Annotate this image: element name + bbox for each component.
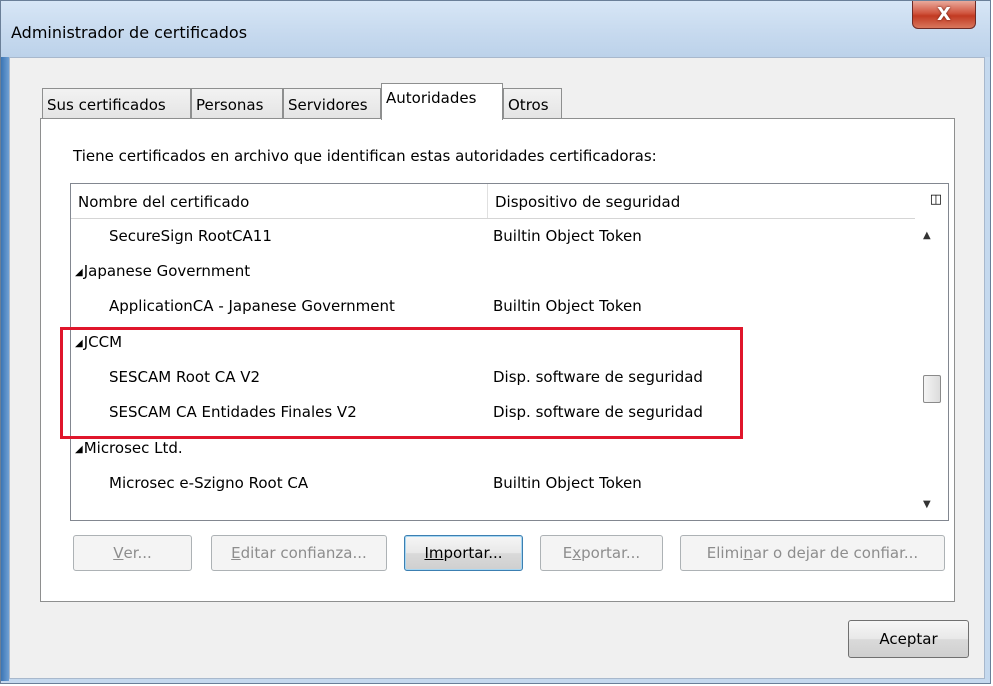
tree-row[interactable]: SecureSign RootCA11 Builtin Object Token [71, 219, 917, 254]
tab-otros[interactable]: Otros [503, 88, 562, 119]
tab-sus-certificados[interactable]: Sus certificados [42, 88, 191, 119]
window-title: Administrador de certificados [11, 23, 248, 42]
tab-servidores[interactable]: Servidores [283, 88, 381, 119]
security-device: Disp. software de seguridad [493, 403, 703, 421]
tree-group-row[interactable]: ◢Microsec Ltd. [71, 431, 917, 466]
scroll-up-arrow-icon[interactable]: ▲ [923, 230, 931, 241]
certificate-name: SESCAM Root CA V2 [109, 368, 261, 386]
eliminar-button[interactable]: Elimi n ar o dejar de confiar... [680, 535, 945, 571]
certificate-tree[interactable]: Nombre del certificado Dispositivo de se… [70, 183, 949, 521]
tree-row[interactable]: ApplicationCA - Japanese Government Buil… [71, 289, 917, 324]
tree-row[interactable]: SESCAM CA Entidades Finales V2 Disp. sof… [71, 395, 917, 430]
expand-triangle-icon[interactable]: ◢ [75, 267, 83, 278]
security-device: Builtin Object Token [493, 227, 642, 245]
security-device: Builtin Object Token [493, 474, 642, 492]
tab-panel-autoridades: Tiene certificados en archivo que identi… [40, 118, 955, 602]
exportar-button[interactable]: Ex portar... [540, 535, 663, 571]
scroll-thumb[interactable] [923, 375, 941, 403]
column-separator[interactable] [487, 184, 488, 218]
window-frame-accent [1, 41, 9, 681]
panel-intro-text: Tiene certificados en archivo que identi… [73, 147, 657, 165]
tree-group-row[interactable]: ◢JCCM [71, 325, 917, 360]
group-name: Japanese Government [83, 262, 251, 280]
tree-header: Nombre del certificado Dispositivo de se… [71, 184, 948, 219]
close-button[interactable]: X [912, 1, 976, 29]
dialog-client-area: Sus certificados Personas Servidores Aut… [9, 57, 985, 679]
tab-autoridades[interactable]: Autoridades [381, 83, 503, 120]
close-icon: X [937, 4, 951, 25]
expand-triangle-icon[interactable]: ◢ [75, 444, 83, 455]
vertical-scrollbar[interactable]: ▲ ▼ [915, 218, 948, 520]
column-picker-icon[interactable]: ◫ [930, 192, 942, 207]
certificate-name: ApplicationCA - Japanese Government [109, 297, 395, 315]
tree-row[interactable]: Microsec e-Szigno Root CA Builtin Object… [71, 466, 917, 501]
title-bar[interactable]: Administrador de certificados X [1, 1, 990, 57]
certificate-name: SecureSign RootCA11 [109, 227, 272, 245]
aceptar-button[interactable]: Aceptar [848, 620, 969, 658]
column-header-name[interactable]: Nombre del certificado [78, 193, 249, 211]
group-name: Microsec Ltd. [83, 439, 183, 457]
security-device: Disp. software de seguridad [493, 368, 703, 386]
security-device: Builtin Object Token [493, 297, 642, 315]
certificate-name: SESCAM CA Entidades Finales V2 [109, 403, 357, 421]
ver-button[interactable]: Ver... [73, 535, 192, 571]
importar-button[interactable]: Im portar... [404, 535, 523, 571]
group-name: JCCM [83, 333, 123, 351]
column-header-device[interactable]: Dispositivo de seguridad [495, 193, 680, 211]
editar-confianza-button[interactable]: Editar confianza... [211, 535, 387, 571]
certificate-name: Microsec e-Szigno Root CA [109, 474, 309, 492]
certificate-manager-window: Administrador de certificados X Sus cert… [0, 0, 991, 684]
tree-row[interactable]: SESCAM Root CA V2 Disp. software de segu… [71, 360, 917, 395]
tab-personas[interactable]: Personas [191, 88, 283, 119]
expand-triangle-icon[interactable]: ◢ [75, 338, 83, 349]
scroll-down-arrow-icon[interactable]: ▼ [923, 499, 931, 510]
tree-group-row[interactable]: ◢Japanese Government [71, 254, 917, 289]
